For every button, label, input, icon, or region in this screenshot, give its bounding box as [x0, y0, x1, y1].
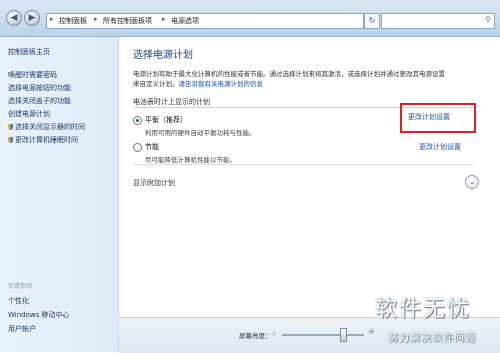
- breadcrumb-power-options[interactable]: 电源选项: [171, 16, 199, 26]
- sidebar-item-wake-password[interactable]: 唤醒时需要密码: [8, 70, 57, 80]
- sidebar-item-sleep-time[interactable]: 更改计算机睡眠时间: [8, 135, 78, 145]
- window-titlebar: ◀ ▶ ▸ 控制面板 ▸ 所有控制面板项 ▸ 电源选项 ↻ ⚲: [0, 0, 500, 37]
- sidebar-item-label: 选择关闭显示器的时间: [15, 123, 85, 131]
- plan-powersaver-name[interactable]: 节能: [145, 142, 159, 152]
- description-text: 来自定义计划。: [133, 80, 179, 88]
- sidebar-home-link[interactable]: 控制面板主页: [8, 47, 50, 57]
- forward-arrow-icon: ▶: [28, 13, 36, 23]
- brightness-slider-thumb[interactable]: [340, 328, 347, 342]
- forward-button[interactable]: ▶: [24, 10, 40, 26]
- refresh-icon: ↻: [368, 16, 376, 25]
- brightness-low-icon: ☼: [271, 330, 278, 338]
- breadcrumb-separator-icon: ▸: [162, 15, 166, 23]
- see-also-mobility-center[interactable]: Windows 移动中心: [8, 310, 69, 320]
- watermark-brand: 软件无忧: [375, 297, 472, 322]
- shield-icon: [8, 137, 13, 143]
- sidebar-item-display-off[interactable]: 选择关闭显示器的时间: [8, 122, 85, 132]
- breadcrumb-separator-icon: ▸: [94, 15, 98, 23]
- search-input[interactable]: ⚲: [381, 13, 495, 29]
- breadcrumb-all-items[interactable]: 所有控制面板项: [103, 16, 152, 26]
- divider: [133, 164, 473, 165]
- brightness-slider-track[interactable]: [282, 334, 364, 336]
- power-plan-help-link[interactable]: 请告诉我有关电源计划的信息: [179, 80, 264, 88]
- back-arrow-icon: ◀: [10, 13, 18, 23]
- shield-icon: [8, 124, 13, 130]
- sidebar-item-label: 更改计算机睡眠时间: [15, 136, 78, 144]
- page-title: 选择电源计划: [133, 50, 193, 61]
- plan-powersaver-desc: 尽可能降低计算机性能以节能。: [145, 156, 236, 164]
- highlight-box: [400, 103, 476, 133]
- see-also-user-accounts[interactable]: 用户帐户: [8, 324, 36, 334]
- sidebar: 控制面板主页 唤醒时需要密码 选择电源按钮的功能 选择关闭盖子的功能 创建电源计…: [0, 37, 119, 352]
- address-bar[interactable]: ▸ 控制面板 ▸ 所有控制面板项 ▸ 电源选项: [46, 13, 364, 29]
- sidebar-item-power-button[interactable]: 选择电源按钮的功能: [8, 83, 71, 93]
- brightness-label: 屏幕亮度：: [239, 332, 272, 340]
- section-title: 电池表时计上显示的计划: [133, 98, 210, 106]
- breadcrumb-control-panel[interactable]: 控制面板: [59, 16, 87, 26]
- page-description-line2: 来自定义计划。请告诉我有关电源计划的信息: [133, 78, 263, 88]
- page-description: 电源计划有助于最大化计算机的性能或者节能。通过选择计划来将其激活，或选择计划并通…: [133, 70, 445, 78]
- plan-balanced-desc: 利用可用的硬件自动平衡功耗与性能。: [145, 129, 256, 137]
- watermark-tagline: 努力解决软件问题: [388, 333, 476, 344]
- refresh-button[interactable]: ↻: [364, 13, 380, 29]
- sidebar-item-create-plan[interactable]: 创建电源计划: [8, 109, 50, 119]
- plan-balanced-name[interactable]: 平衡（推荐）: [145, 115, 187, 125]
- search-icon: ⚲: [485, 15, 491, 24]
- see-also-heading: 另请参阅: [8, 283, 33, 290]
- sidebar-item-close-lid[interactable]: 选择关闭盖子的功能: [8, 96, 71, 106]
- plan-balanced-radio[interactable]: [133, 116, 142, 125]
- plan-powersaver-radio[interactable]: [133, 143, 142, 152]
- plan-powersaver-change-settings-link[interactable]: 更改计划设置: [419, 142, 461, 152]
- folder-chevron-icon: ▸: [50, 15, 54, 23]
- show-additional-plans-label[interactable]: 显示附加计划: [133, 178, 175, 188]
- expand-chevron-icon[interactable]: ⌄: [465, 175, 479, 189]
- back-button[interactable]: ◀: [6, 10, 22, 26]
- see-also-personalization[interactable]: 个性化: [8, 296, 29, 306]
- brightness-high-icon: ☀: [367, 327, 376, 338]
